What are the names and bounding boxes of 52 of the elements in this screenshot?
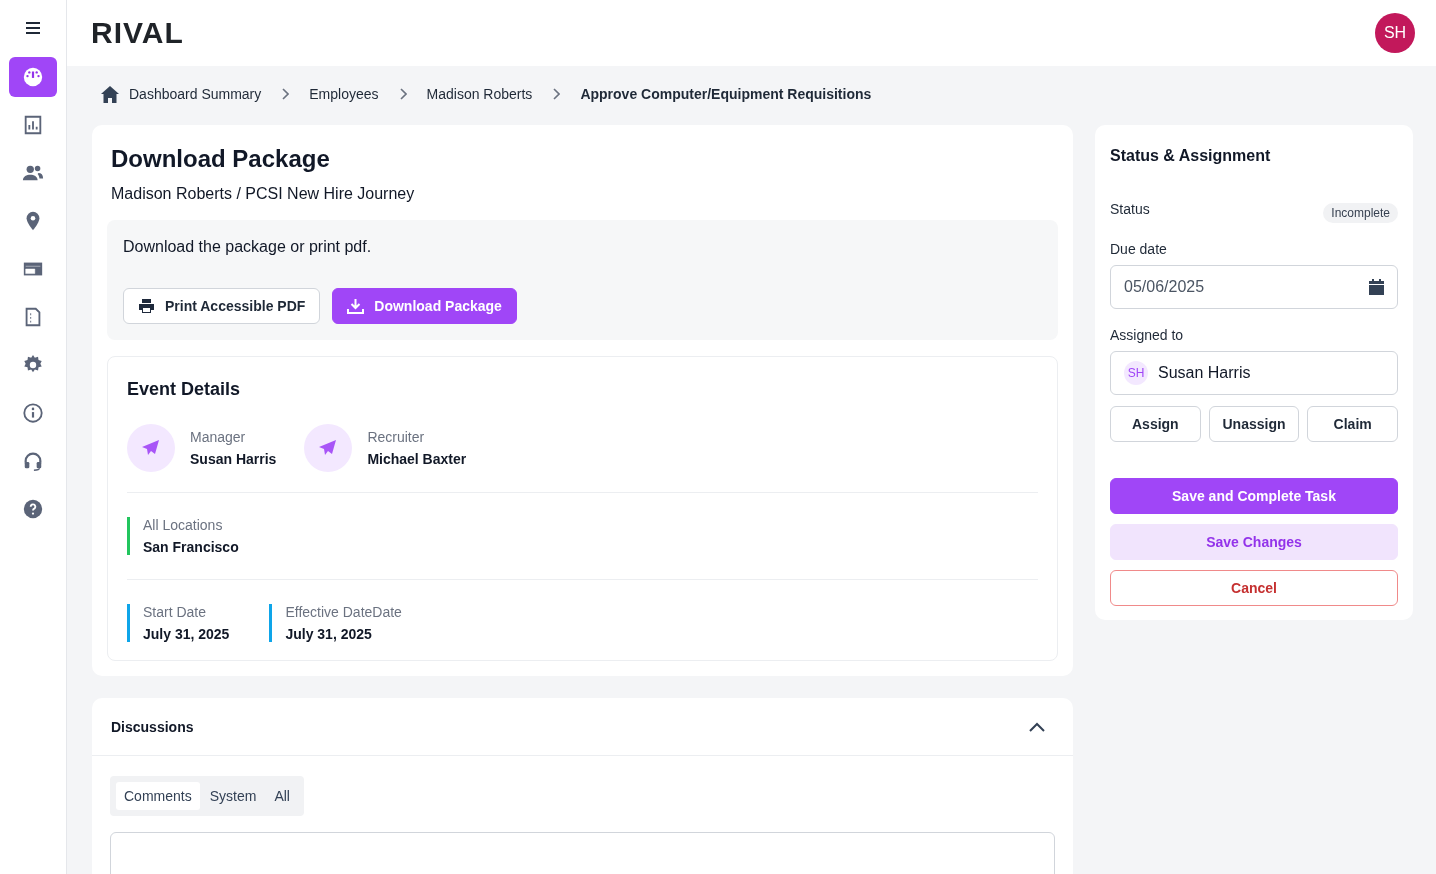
status-label: Status	[1110, 201, 1150, 217]
field-value: Susan Harris	[190, 451, 277, 467]
status-badge: Incomplete	[1323, 203, 1398, 223]
chevron-right-icon	[398, 88, 407, 100]
assign-action-button[interactable]: Claim	[1307, 406, 1398, 442]
paper-plane-icon	[127, 424, 175, 472]
dashboard-icon[interactable]	[9, 57, 57, 97]
user-avatar[interactable]: SH	[1375, 13, 1415, 53]
tab[interactable]: All	[266, 782, 298, 810]
field-value: July 31, 2025	[143, 626, 230, 642]
chevron-right-icon	[552, 88, 561, 100]
task-subtitle: Madison Roberts / PCSI New Hire Journey	[111, 185, 416, 203]
field-value: Michael Baxter	[367, 451, 467, 467]
task-title: Download Package	[111, 145, 331, 173]
field-label: Effective DateDate	[285, 604, 402, 620]
chevron-right-icon	[281, 88, 290, 100]
save-button[interactable]: Save Changes	[1110, 524, 1398, 560]
field-label: Start Date	[143, 604, 208, 620]
tab[interactable]: System	[201, 782, 265, 810]
breadcrumb-link[interactable]: Approve Computer/Equipment Requisitions	[580, 86, 872, 102]
assign-action-button[interactable]: Unassign	[1208, 406, 1300, 442]
assignee-avatar: SH	[1124, 361, 1148, 385]
field-value: July 31, 2025	[285, 626, 373, 642]
paper-plane-icon	[304, 424, 353, 472]
cancel-button[interactable]: Cancel	[1110, 570, 1398, 606]
tab[interactable]: Comments	[116, 782, 200, 810]
assignee-name: Susan Harris	[1158, 364, 1252, 382]
field-label: Manager	[190, 429, 247, 445]
field-value: San Francisco	[143, 539, 239, 555]
home-icon[interactable]	[101, 85, 119, 103]
assignee-field[interactable]: SH Susan Harris	[1110, 351, 1398, 395]
printer-icon	[138, 298, 155, 314]
due-date-label: Due date	[1110, 241, 1168, 257]
chevron-icon[interactable]	[1029, 721, 1045, 732]
panel-title: Status & Assignment	[1110, 147, 1272, 165]
assign-action-button[interactable]: Assign	[1110, 406, 1201, 442]
breadcrumb-link[interactable]: Dashboard Summary	[129, 86, 262, 102]
save-button[interactable]: Save and Complete Task	[1110, 478, 1398, 514]
breadcrumb-link[interactable]: Employees	[309, 86, 379, 102]
field-label: All Locations	[143, 517, 224, 533]
instructions-text: Download the package or print pdf.	[123, 238, 373, 256]
calendar-icon[interactable]	[1369, 279, 1384, 295]
breadcrumb-link[interactable]: Madison Roberts	[426, 86, 533, 102]
assigned-to-label: Assigned to	[1110, 327, 1185, 343]
logo: RIVAL	[91, 16, 184, 50]
download-icon	[347, 298, 365, 314]
due-date-field[interactable]: 05/06/2025	[1110, 265, 1398, 309]
print-button[interactable]: Print Accessible PDF	[123, 288, 321, 324]
field-label: Recruiter	[367, 429, 426, 445]
discussions-title: Discussions	[111, 718, 194, 735]
section-title: Event Details	[127, 379, 242, 400]
download-button[interactable]: Download Package	[332, 288, 517, 324]
